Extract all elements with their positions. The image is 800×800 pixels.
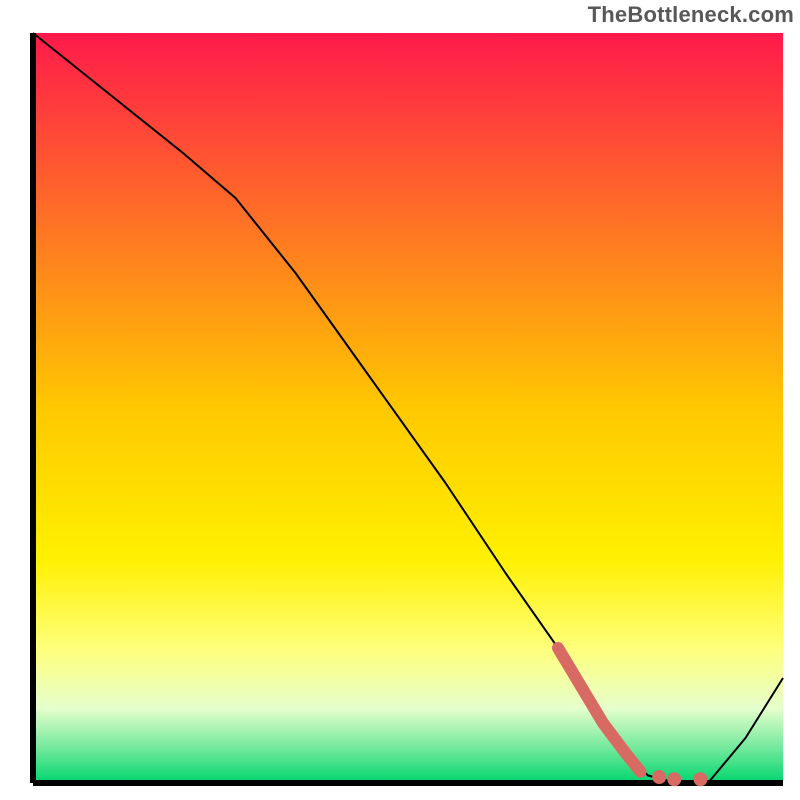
chart-frame: TheBottleneck.com xyxy=(0,0,800,800)
highlight-dot xyxy=(694,772,708,786)
highlight-dot xyxy=(652,770,666,784)
gradient-background xyxy=(33,33,783,783)
highlight-dot xyxy=(667,772,681,786)
bottleneck-plot xyxy=(0,0,800,800)
